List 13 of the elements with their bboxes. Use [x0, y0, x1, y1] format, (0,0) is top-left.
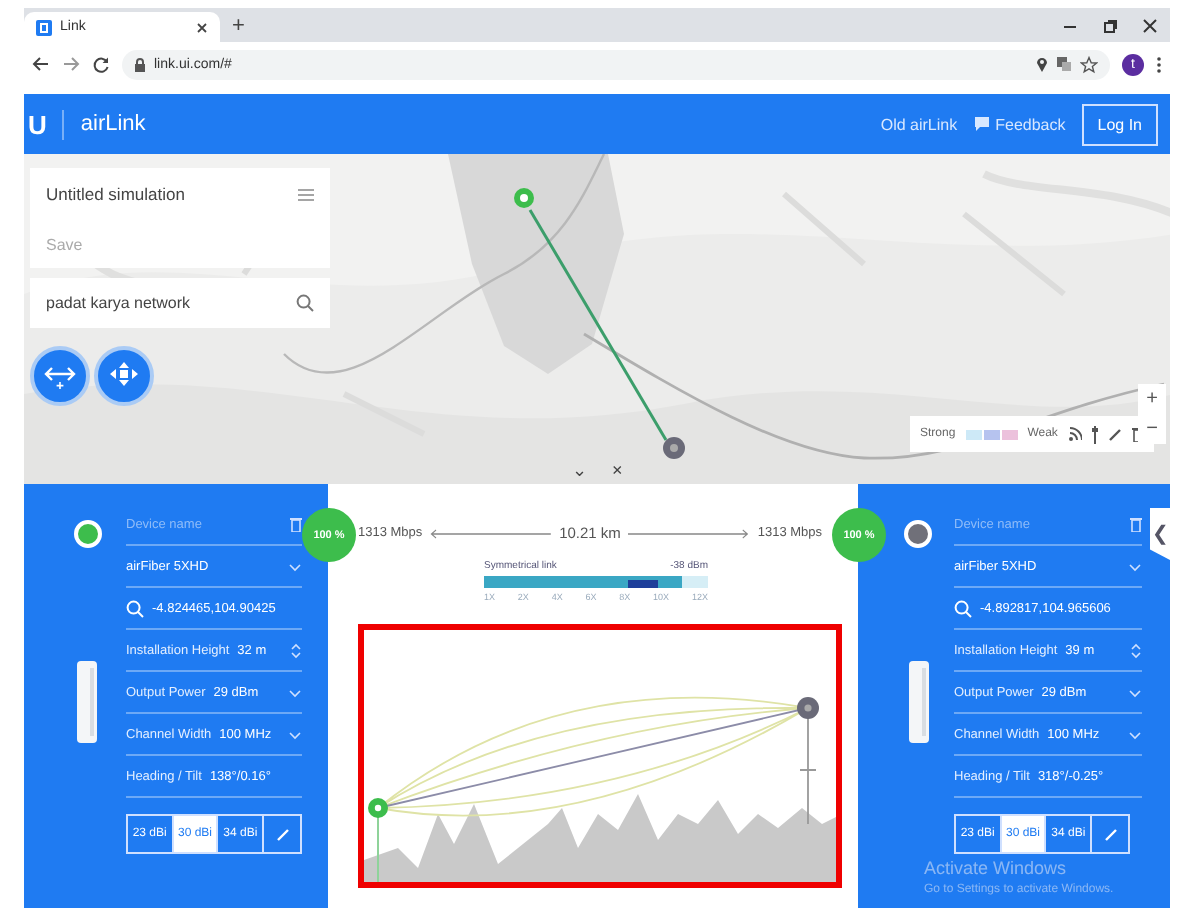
close-button[interactable]: ×: [612, 460, 623, 480]
os-notice-title: Activate Windows: [924, 858, 1067, 878]
save-link[interactable]: Save: [46, 235, 83, 253]
collapse-button[interactable]: ⌄: [572, 460, 588, 480]
app-title: airLink: [80, 112, 146, 136]
login-button[interactable]: Log In: [1081, 103, 1158, 145]
old-airlink-link[interactable]: Old airLink: [880, 115, 958, 133]
collapse-panel-button[interactable]: ❮: [1150, 508, 1170, 560]
logo: U: [28, 109, 65, 139]
feedback-link[interactable]: Feedback: [973, 115, 1066, 133]
new-tab-button[interactable]: +: [232, 13, 245, 37]
simulation-title: Untitled simulation: [46, 184, 185, 204]
search-field[interactable]: padat karya network: [30, 278, 330, 328]
